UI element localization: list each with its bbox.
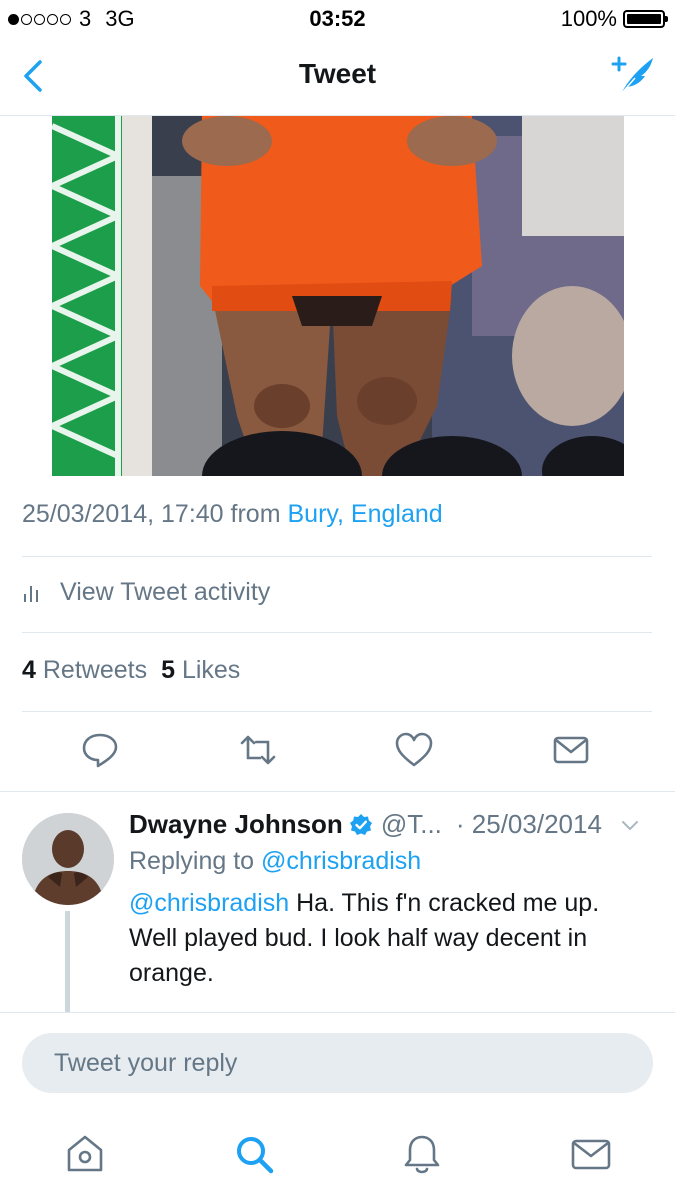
reply-tweet[interactable]: Dwayne Johnson @T... · 25/03/2014 Replyi… bbox=[0, 793, 675, 1013]
reply-text: @chrisbradish Ha. This f'n cracked me up… bbox=[129, 886, 639, 991]
tweet-timestamp: 25/03/2014, 17:40 from Bury, England bbox=[22, 500, 443, 529]
view-tweet-activity[interactable]: View Tweet activity bbox=[22, 578, 270, 607]
mention-link[interactable]: @chrisbradish bbox=[129, 889, 289, 917]
page-title: Tweet bbox=[298, 58, 377, 89]
reply-author-name[interactable]: Dwayne Johnson bbox=[129, 809, 343, 840]
retweets-count[interactable]: 4 Retweets bbox=[22, 656, 147, 685]
reply-date: · 25/03/2014 bbox=[455, 809, 602, 839]
reply-icon[interactable] bbox=[80, 730, 120, 770]
reply-composer bbox=[0, 1012, 675, 1112]
tweet-datetime: 25/03/2014, 17:40 from bbox=[22, 500, 281, 528]
reply-header: Dwayne Johnson @T... · 25/03/2014 bbox=[129, 809, 640, 840]
tweet-location-link[interactable]: Bury, England bbox=[287, 500, 442, 528]
replying-to-link[interactable]: @chrisbradish bbox=[261, 847, 421, 875]
divider bbox=[22, 632, 652, 633]
replying-to: Replying to @chrisbradish bbox=[129, 847, 422, 875]
chevron-down-icon[interactable] bbox=[620, 815, 640, 835]
divider bbox=[22, 711, 652, 712]
tweet-actions bbox=[0, 730, 675, 774]
activity-label: View Tweet activity bbox=[60, 578, 271, 606]
engagement-counts: 4 Retweets 5 Likes bbox=[22, 656, 240, 685]
share-icon[interactable] bbox=[551, 730, 591, 770]
divider bbox=[0, 791, 675, 792]
battery-icon bbox=[623, 10, 668, 28]
likes-count[interactable]: 5 Likes bbox=[161, 656, 240, 685]
analytics-icon bbox=[24, 585, 38, 602]
battery-percentage: 100% bbox=[560, 6, 617, 31]
avatar[interactable] bbox=[22, 813, 114, 905]
retweet-icon[interactable] bbox=[238, 730, 278, 770]
home-icon[interactable] bbox=[63, 1132, 107, 1176]
messages-icon[interactable] bbox=[569, 1132, 613, 1176]
reply-author-handle[interactable]: @T... bbox=[381, 809, 442, 840]
thread-line bbox=[65, 911, 70, 1013]
search-icon[interactable] bbox=[232, 1132, 276, 1176]
divider bbox=[22, 556, 652, 557]
like-icon[interactable] bbox=[394, 730, 434, 770]
status-bar: 3 3G 03:52 100% bbox=[0, 0, 675, 38]
photo bbox=[52, 116, 624, 476]
verified-badge-icon bbox=[349, 813, 372, 835]
tab-bar bbox=[0, 1112, 675, 1200]
tweet-media-image[interactable] bbox=[52, 116, 624, 476]
notifications-icon[interactable] bbox=[400, 1132, 444, 1176]
tweet-reply-input[interactable] bbox=[22, 1033, 653, 1093]
compose-tweet-icon[interactable] bbox=[609, 52, 657, 100]
navigation-bar: Tweet bbox=[0, 38, 675, 116]
